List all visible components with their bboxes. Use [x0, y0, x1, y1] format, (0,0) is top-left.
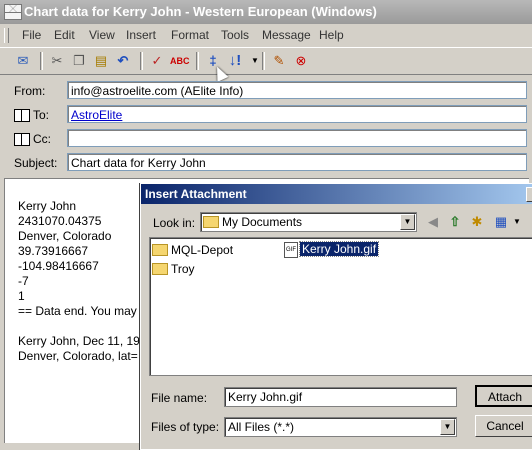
cc-field[interactable]	[67, 129, 527, 147]
spelling-icon[interactable]: ABC	[170, 52, 190, 70]
body-line: Denver, Colorado	[18, 229, 112, 243]
list-item-selected[interactable]: GIF Kerry John.gif	[284, 241, 380, 258]
body-line: Denver, Colorado, lat=	[18, 349, 138, 363]
body-line: == Data end. You may	[18, 304, 137, 318]
attach-button[interactable]: Attach	[475, 385, 532, 407]
menu-view[interactable]: View	[89, 28, 115, 42]
dialog-close-button[interactable]	[526, 187, 532, 202]
files-of-type-value: All Files (*.*)	[228, 420, 295, 434]
title-bar: Chart data for Kerry John - Western Euro…	[0, 0, 532, 24]
view-menu-icon[interactable]: ▦	[493, 214, 509, 230]
from-label: From:	[14, 84, 46, 98]
folder-icon	[152, 243, 168, 256]
window-title: Chart data for Kerry John - Western Euro…	[24, 4, 377, 19]
from-field[interactable]: info@astroelite.com (AElite Info)	[67, 81, 527, 99]
toolbar-separator	[262, 52, 265, 70]
paste-icon[interactable]: ▤	[92, 52, 110, 70]
sign-icon[interactable]: ✎	[270, 52, 288, 70]
subject-label: Subject:	[14, 156, 58, 170]
subject-field[interactable]: Chart data for Kerry John	[67, 153, 527, 171]
undo-icon[interactable]: ↶	[114, 52, 132, 70]
send-icon[interactable]: ✉	[14, 52, 32, 70]
body-line: 39.73916667	[18, 244, 89, 258]
priority-icon[interactable]: ↓!	[226, 52, 244, 70]
address-book-icon[interactable]	[14, 133, 30, 147]
cut-icon[interactable]: ✂	[48, 52, 66, 70]
files-of-type-label: Files of type:	[151, 420, 220, 434]
look-in-label: Look in:	[153, 216, 196, 230]
chevron-down-icon[interactable]: ▼	[400, 214, 415, 230]
chevron-down-icon[interactable]: ▼	[440, 419, 455, 435]
list-item[interactable]: Troy	[152, 262, 195, 276]
up-folder-icon[interactable]: ⇧	[447, 214, 463, 230]
menu-tools[interactable]: Tools	[221, 28, 249, 42]
menu-message[interactable]: Message	[262, 28, 311, 42]
look-in-value: My Documents	[222, 215, 303, 229]
dialog-title: Insert Attachment	[141, 184, 532, 204]
cancel-button[interactable]: Cancel	[475, 415, 532, 437]
body-line: 1	[18, 289, 25, 303]
files-of-type-select[interactable]: All Files (*.*) ▼	[224, 417, 457, 437]
folder-icon	[152, 262, 168, 275]
menu-bar: File Edit View Insert Format Tools Messa…	[0, 25, 532, 45]
new-folder-icon[interactable]: ✱	[469, 214, 485, 230]
to-field[interactable]: AstroElite	[67, 105, 527, 123]
file-name-input[interactable]: Kerry John.gif	[224, 387, 457, 407]
address-book-icon[interactable]	[14, 109, 30, 123]
toolbar-separator	[196, 52, 199, 70]
gif-file-icon: GIF	[284, 242, 298, 258]
menu-help[interactable]: Help	[319, 28, 344, 42]
list-item[interactable]: MQL-Depot	[152, 243, 233, 257]
menu-grip	[4, 28, 9, 43]
insert-attachment-dialog: Insert Attachment Look in: My Documents …	[140, 183, 532, 450]
menu-insert[interactable]: Insert	[126, 28, 156, 42]
file-name-label: File name:	[151, 391, 208, 405]
folder-icon	[203, 215, 219, 228]
body-line: -7	[18, 274, 29, 288]
envelope-icon	[4, 4, 22, 20]
body-line: Kerry John	[18, 199, 77, 213]
menu-edit[interactable]: Edit	[54, 28, 75, 42]
copy-icon[interactable]: ❐	[70, 52, 88, 70]
body-line: Kerry John, Dec 11, 19	[18, 334, 140, 348]
toolbar-separator	[40, 52, 43, 70]
back-icon[interactable]: ◀	[425, 214, 441, 230]
look-in-select[interactable]: My Documents ▼	[200, 212, 417, 232]
menu-file[interactable]: File	[22, 28, 41, 42]
toolbar-separator	[140, 52, 143, 70]
menu-format[interactable]: Format	[171, 28, 209, 42]
view-dropdown-icon[interactable]: ▼	[509, 214, 525, 230]
to-label: To:	[14, 108, 49, 123]
toolbar: ✉ ✂ ❐ ▤ ↶ ✓ ABC ‡ ↓! ▼ ✎ ⊗	[0, 47, 532, 75]
encrypt-icon[interactable]: ⊗	[292, 52, 310, 70]
check-names-icon[interactable]: ✓	[148, 52, 166, 70]
file-list[interactable]: MQL-Depot Troy GIF Kerry John.gif	[149, 237, 532, 376]
body-line: 2431070.04375	[18, 214, 102, 228]
body-line: -104.98416667	[18, 259, 99, 273]
cc-label: Cc:	[14, 132, 51, 147]
